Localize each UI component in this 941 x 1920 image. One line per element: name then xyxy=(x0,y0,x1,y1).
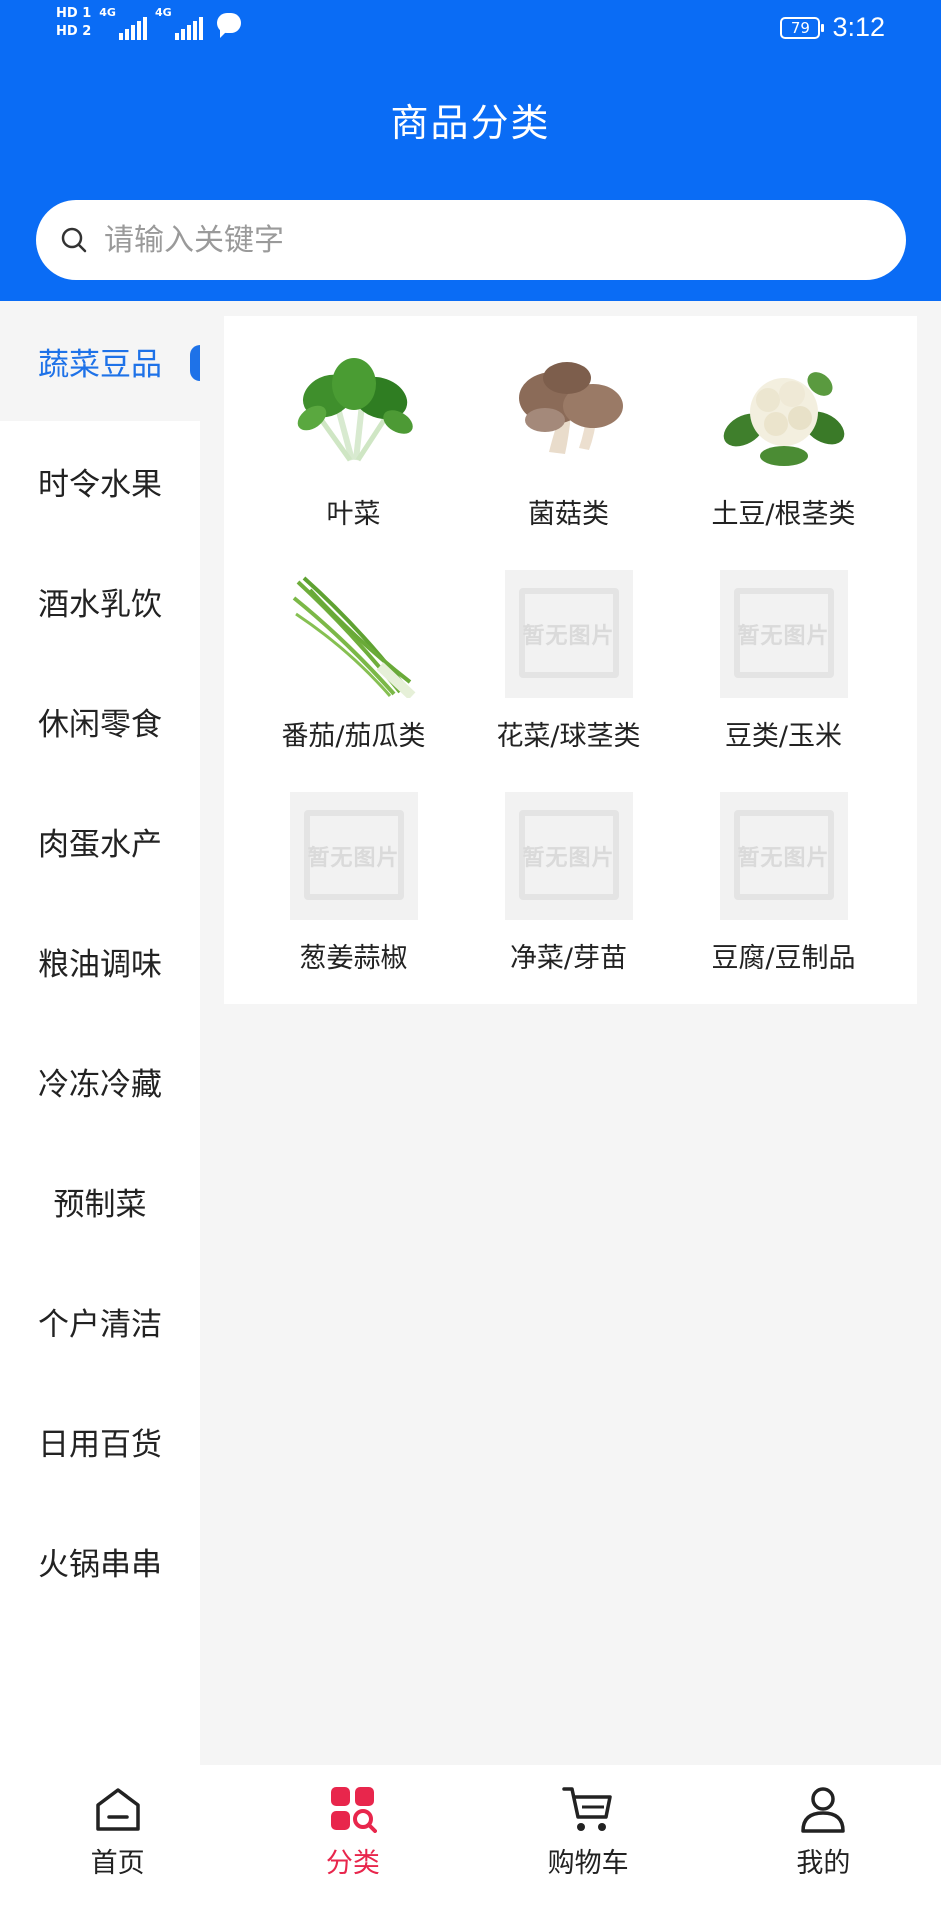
no-image-placeholder: 暂无图片 xyxy=(289,792,418,920)
tab-label: 分类 xyxy=(325,1848,380,1879)
search-input[interactable] xyxy=(102,221,866,259)
sim-2-label: HD 2 xyxy=(56,24,92,39)
sidebar-item-label: 个户清洁 xyxy=(38,1306,162,1343)
category-label: 菌菇类 xyxy=(528,499,609,530)
tab-home[interactable]: 首页 xyxy=(0,1765,235,1920)
category-label: 叶菜 xyxy=(326,499,381,530)
placeholder-text: 暂无图片 xyxy=(737,846,830,871)
sidebar-item-label: 时令水果 xyxy=(38,466,162,503)
search-bar[interactable] xyxy=(36,200,906,280)
category-tile-mushrooms[interactable]: 菌菇类 xyxy=(461,348,676,570)
category-sidebar: 蔬菜豆品 时令水果 酒水乳饮 休闲零食 肉蛋水产 粮油调味 冷冻冷藏 预制菜 个… xyxy=(0,301,200,1765)
category-label: 豆类/玉米 xyxy=(724,721,843,752)
battery-level: 79 xyxy=(790,18,810,37)
sidebar-item-drinks-dairy[interactable]: 酒水乳饮 xyxy=(0,541,200,661)
page-title: 商品分类 xyxy=(390,101,551,145)
sidebar-item-meat-eggs-seafood[interactable]: 肉蛋水产 xyxy=(0,781,200,901)
status-time: 3:12 xyxy=(832,12,885,42)
category-tile-sprouts[interactable]: 暂无图片 净菜/芽苗 xyxy=(461,792,676,1014)
sidebar-item-label: 肉蛋水产 xyxy=(38,826,162,863)
category-label: 净菜/芽苗 xyxy=(509,943,628,974)
sidebar-item-label: 预制菜 xyxy=(53,1186,147,1223)
category-tile-flower-bulb[interactable]: 暂无图片 花菜/球茎类 xyxy=(461,570,676,792)
placeholder-text: 暂无图片 xyxy=(522,624,615,649)
tab-profile[interactable]: 我的 xyxy=(706,1765,941,1920)
tab-cart[interactable]: 购物车 xyxy=(471,1765,706,1920)
sim-1-label: HD 1 xyxy=(56,6,92,21)
sidebar-item-label: 火锅串串 xyxy=(38,1546,162,1583)
home-icon xyxy=(95,1788,140,1831)
no-image-placeholder: 暂无图片 xyxy=(719,792,848,920)
no-image-placeholder: 暂无图片 xyxy=(719,570,848,698)
cauliflower-image xyxy=(723,372,844,466)
header: HD 1 HD 2 4G 4G 79 3:12 商品分类 xyxy=(0,0,941,301)
cart-icon xyxy=(562,1787,612,1831)
network-2-label: 4G xyxy=(154,6,172,19)
sidebar-item-vegetables-beans[interactable]: 蔬菜豆品 xyxy=(0,301,200,421)
sidebar-item-grain-oil-seasoning[interactable]: 粮油调味 xyxy=(0,901,200,1021)
category-tile-tomato-melon[interactable]: 番茄/茄瓜类 xyxy=(246,570,461,792)
tab-label: 我的 xyxy=(796,1848,851,1879)
placeholder-text: 暂无图片 xyxy=(737,624,830,649)
sidebar-item-label: 冷冻冷藏 xyxy=(38,1066,162,1103)
battery-icon: 79 xyxy=(780,16,825,39)
category-tile-roots[interactable]: 土豆/根茎类 xyxy=(676,348,891,570)
no-image-placeholder: 暂无图片 xyxy=(504,792,633,920)
status-bar: HD 1 HD 2 4G 4G 79 3:12 xyxy=(0,0,941,60)
category-label: 番茄/茄瓜类 xyxy=(281,721,426,752)
search-icon xyxy=(61,227,87,253)
category-icon xyxy=(330,1787,377,1833)
leafy-greens-image xyxy=(297,358,413,462)
message-icon xyxy=(216,13,241,38)
profile-icon xyxy=(801,1787,846,1833)
network-1-label: 4G xyxy=(99,6,116,19)
sidebar-item-snacks[interactable]: 休闲零食 xyxy=(0,661,200,781)
sidebar-item-cleaning[interactable]: 个户清洁 xyxy=(0,1261,200,1381)
category-tile-leafy-greens[interactable]: 叶菜 xyxy=(246,348,461,570)
tab-label: 首页 xyxy=(90,1848,145,1879)
sidebar-item-prepared-dishes[interactable]: 预制菜 xyxy=(0,1141,200,1261)
category-label: 土豆/根茎类 xyxy=(711,499,856,530)
bottom-tab-bar: 首页 分类 购物车 我的 xyxy=(0,1765,941,1920)
signal-2-icon: 4G xyxy=(155,6,203,40)
sidebar-item-label: 粮油调味 xyxy=(38,946,162,983)
category-label: 葱姜蒜椒 xyxy=(299,943,408,974)
tab-category[interactable]: 分类 xyxy=(235,1765,470,1920)
category-tile-beans-corn[interactable]: 暂无图片 豆类/玉米 xyxy=(676,570,891,792)
placeholder-text: 暂无图片 xyxy=(307,846,400,871)
sidebar-item-label: 酒水乳饮 xyxy=(38,586,162,623)
subcategory-panel: 叶菜 菌菇类 土豆/根茎类 番茄/茄瓜类 暂无图片 花菜/球茎类 暂无图片 豆类… xyxy=(224,316,917,1004)
mushrooms-image xyxy=(518,362,623,454)
chives-image xyxy=(292,576,415,698)
sidebar-item-label: 蔬菜豆品 xyxy=(38,346,162,383)
sidebar-item-seasonal-fruit[interactable]: 时令水果 xyxy=(0,421,200,541)
sidebar-item-hotpot[interactable]: 火锅串串 xyxy=(0,1501,200,1621)
category-label: 豆腐/豆制品 xyxy=(711,943,856,974)
category-tile-tofu[interactable]: 暂无图片 豆腐/豆制品 xyxy=(676,792,891,1014)
signal-1-icon: 4G xyxy=(99,6,147,40)
sidebar-item-daily-goods[interactable]: 日用百货 xyxy=(0,1381,200,1501)
placeholder-text: 暂无图片 xyxy=(522,846,615,871)
category-label: 花菜/球茎类 xyxy=(496,721,641,752)
no-image-placeholder: 暂无图片 xyxy=(504,570,633,698)
sidebar-item-label: 日用百货 xyxy=(38,1426,162,1463)
sidebar-item-frozen[interactable]: 冷冻冷藏 xyxy=(0,1021,200,1141)
tab-label: 购物车 xyxy=(547,1848,629,1879)
sim-indicators: HD 1 HD 2 xyxy=(56,7,91,39)
category-tile-onion-ginger-garlic[interactable]: 暂无图片 葱姜蒜椒 xyxy=(246,792,461,1014)
active-indicator xyxy=(190,345,200,381)
sidebar-item-label: 休闲零食 xyxy=(38,706,162,743)
